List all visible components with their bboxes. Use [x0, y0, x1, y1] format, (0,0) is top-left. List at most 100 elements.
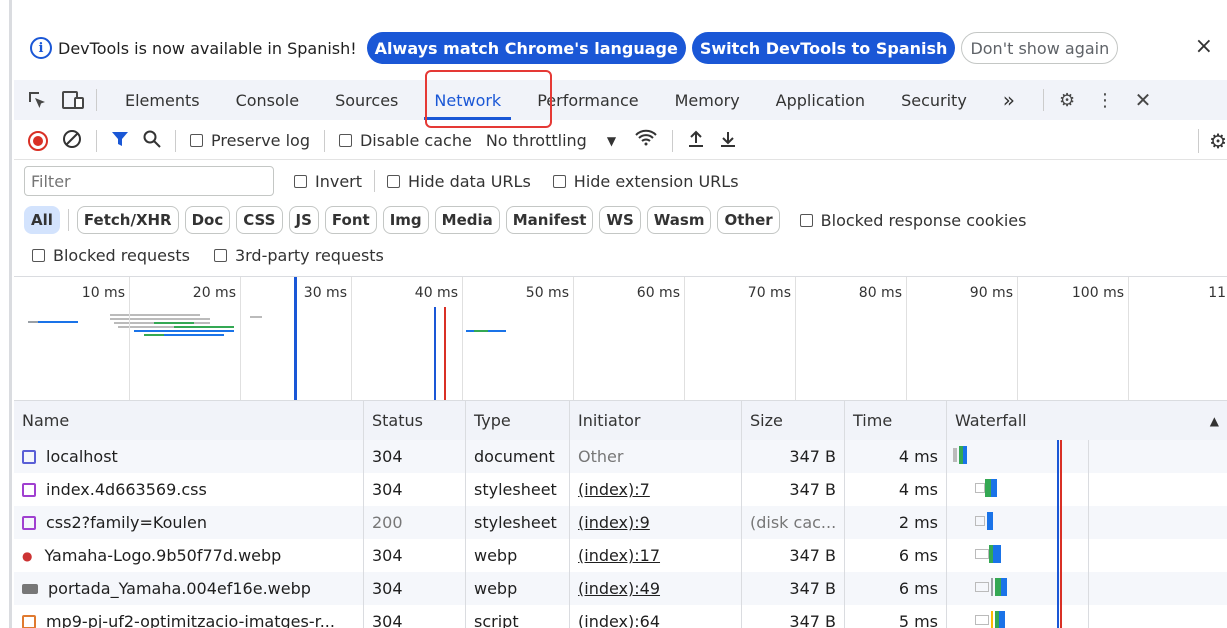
- column-size[interactable]: Size: [742, 401, 845, 440]
- chip-img[interactable]: Img: [382, 206, 429, 234]
- tab-application[interactable]: Application: [758, 80, 883, 120]
- network-tab-highlight: [425, 70, 552, 128]
- column-status[interactable]: Status: [364, 401, 466, 440]
- column-initiator[interactable]: Initiator: [570, 401, 742, 440]
- network-settings-gear-icon[interactable]: ⚙: [1198, 128, 1227, 153]
- chip-wasm[interactable]: Wasm: [646, 206, 712, 234]
- checkbox-box[interactable]: [190, 134, 203, 147]
- image-thumbnail-icon: ●: [22, 548, 33, 563]
- close-infobar-icon[interactable]: ×: [1195, 34, 1213, 59]
- checkbox-box[interactable]: [32, 249, 45, 262]
- timeline-tick-label: 110: [1208, 285, 1227, 301]
- timeline-bar: [28, 321, 38, 323]
- table-row[interactable]: ● Yamaha-Logo.9b50f77d.webp 304 webp (ind…: [14, 539, 1227, 572]
- request-name-cell[interactable]: mp9-pj-uf2-optimitzacio-imatges-r...: [14, 605, 364, 628]
- device-toolbar-icon[interactable]: [60, 87, 86, 113]
- more-tabs-icon[interactable]: »: [985, 80, 1033, 120]
- chip-js[interactable]: JS: [288, 206, 319, 234]
- inspect-element-icon[interactable]: [24, 87, 50, 113]
- disable-cache-checkbox[interactable]: Disable cache: [338, 131, 472, 150]
- network-conditions-icon[interactable]: [634, 129, 658, 152]
- table-row[interactable]: localhost 304 document Other 347 B 4 ms: [14, 440, 1227, 473]
- dont-show-again-button[interactable]: Don't show again: [961, 32, 1119, 64]
- tab-elements[interactable]: Elements: [107, 80, 218, 120]
- column-waterfall-label: Waterfall: [955, 411, 1027, 430]
- request-name: portada_Yamaha.004ef16e.webp: [48, 579, 311, 598]
- invert-checkbox[interactable]: Invert: [294, 172, 362, 191]
- switch-to-spanish-button[interactable]: Switch DevTools to Spanish: [691, 32, 956, 64]
- type-cell: stylesheet: [466, 506, 570, 539]
- timeline-tick-label: 70 ms: [747, 285, 791, 301]
- timeline-tick-label: 40 ms: [414, 285, 458, 301]
- waterfall-bar: [993, 545, 1001, 563]
- close-devtools-icon[interactable]: ✕: [1130, 87, 1156, 113]
- column-name[interactable]: Name: [14, 401, 364, 440]
- clear-icon[interactable]: [62, 129, 82, 153]
- chip-media[interactable]: Media: [434, 206, 500, 234]
- throttling-select[interactable]: No throttling ▼: [486, 131, 616, 150]
- blocked-response-cookies-checkbox[interactable]: Blocked response cookies: [799, 211, 1026, 230]
- timeline-bar: [250, 316, 262, 318]
- table-row[interactable]: index.4d663569.css 304 stylesheet (index…: [14, 473, 1227, 506]
- chip-fetch-xhr[interactable]: Fetch/XHR: [76, 206, 179, 234]
- preserve-log-checkbox[interactable]: Preserve log: [190, 131, 310, 150]
- checkbox-box[interactable]: [213, 249, 227, 262]
- import-har-icon[interactable]: [687, 130, 705, 152]
- settings-gear-icon[interactable]: ⚙: [1054, 87, 1080, 113]
- column-waterfall[interactable]: Waterfall ▲: [947, 401, 1227, 440]
- size-cell: 347 B: [742, 605, 845, 628]
- chip-doc[interactable]: Doc: [184, 206, 231, 234]
- timeline-bar: [154, 322, 194, 324]
- time-cell: 4 ms: [845, 473, 947, 506]
- chip-other[interactable]: Other: [717, 206, 780, 234]
- tab-sources[interactable]: Sources: [317, 80, 416, 120]
- request-name-cell[interactable]: index.4d663569.css: [14, 473, 364, 506]
- tab-security[interactable]: Security: [883, 80, 985, 120]
- initiator-link[interactable]: (index):64: [570, 605, 742, 628]
- timeline-overview[interactable]: 10 ms 20 ms 30 ms 40 ms 50 ms 60 ms 70 ms 80 ms…: [14, 276, 1227, 401]
- filter-input[interactable]: Filter: [24, 166, 274, 196]
- chip-font[interactable]: Font: [324, 206, 377, 234]
- chip-manifest[interactable]: Manifest: [505, 206, 594, 234]
- more-options-icon[interactable]: ⋮: [1092, 87, 1118, 113]
- checkbox-box[interactable]: [552, 174, 566, 188]
- waterfall-dcl-line: [1057, 440, 1059, 628]
- initiator-link[interactable]: (index):17: [570, 539, 742, 572]
- chip-ws[interactable]: WS: [599, 206, 641, 234]
- timeline-tick-label: 60 ms: [636, 285, 680, 301]
- checkbox-box[interactable]: [799, 213, 813, 227]
- filter-funnel-icon[interactable]: [111, 130, 129, 152]
- column-type[interactable]: Type: [466, 401, 570, 440]
- timeline-tick-label: 90 ms: [969, 285, 1013, 301]
- waterfall-bar: [963, 446, 967, 464]
- chip-css[interactable]: CSS: [236, 206, 283, 234]
- hide-data-urls-checkbox[interactable]: Hide data URLs: [387, 172, 531, 191]
- export-har-icon[interactable]: [719, 130, 737, 152]
- always-match-language-button[interactable]: Always match Chrome's language: [366, 32, 686, 64]
- initiator-link[interactable]: (index):9: [570, 506, 742, 539]
- waterfall-cell: [947, 506, 1227, 539]
- initiator-link[interactable]: (index):49: [570, 572, 742, 605]
- request-name-cell[interactable]: localhost: [14, 440, 364, 473]
- hide-extension-urls-checkbox[interactable]: Hide extension URLs: [552, 172, 739, 191]
- table-row[interactable]: css2?family=Koulen 200 stylesheet (index…: [14, 506, 1227, 539]
- checkbox-box[interactable]: [294, 174, 307, 188]
- stop-recording-icon[interactable]: [28, 130, 48, 151]
- column-time[interactable]: Time: [845, 401, 947, 440]
- tab-memory[interactable]: Memory: [657, 80, 758, 120]
- checkbox-box[interactable]: [387, 174, 401, 188]
- request-name-cell[interactable]: ● Yamaha-Logo.9b50f77d.webp: [14, 539, 364, 572]
- table-row[interactable]: portada_Yamaha.004ef16e.webp 304 webp (i…: [14, 572, 1227, 605]
- sort-ascending-icon: ▲: [1209, 413, 1219, 428]
- request-name-cell[interactable]: portada_Yamaha.004ef16e.webp: [14, 572, 364, 605]
- table-row[interactable]: mp9-pj-uf2-optimitzacio-imatges-r... 304…: [14, 605, 1227, 628]
- initiator-link[interactable]: (index):7: [570, 473, 742, 506]
- third-party-requests-checkbox[interactable]: 3rd-party requests: [213, 246, 384, 265]
- search-icon[interactable]: [143, 130, 161, 152]
- tab-console[interactable]: Console: [218, 80, 318, 120]
- request-name-cell[interactable]: css2?family=Koulen: [14, 506, 364, 539]
- checkbox-box[interactable]: [338, 134, 352, 147]
- separator: [672, 129, 674, 152]
- chip-all[interactable]: All: [24, 206, 60, 234]
- blocked-requests-checkbox[interactable]: Blocked requests: [32, 246, 190, 265]
